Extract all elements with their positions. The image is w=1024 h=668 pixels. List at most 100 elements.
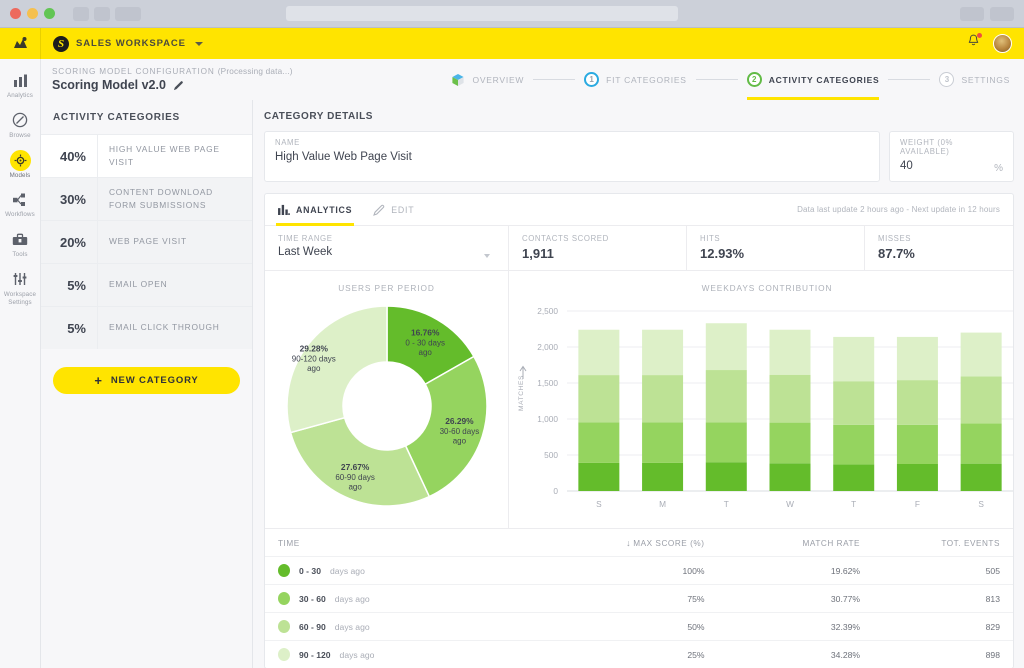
step-label: OVERVIEW [472,74,525,85]
toolbar-button[interactable] [115,6,141,21]
tab-analytics[interactable]: ANALYTICS [276,194,355,226]
charts-row: USERS PER PERIOD 16.76% 0 - 30 days ago 26.… [265,270,1013,528]
sidebar-item-workflows[interactable]: Workflows [0,184,41,224]
step-connector [888,79,931,80]
add-category-label: NEW CATEGORY [110,375,199,386]
table-header-row: TIME ↓ MAX SCORE (%) MATCH RATE TOT. EVEN… [265,529,1013,557]
donut-chart[interactable]: 16.76%0 - 30 daysago26.29%30-60 daysago2… [265,293,509,521]
percent-sign: % [994,163,1003,174]
cell-max-score: 75% [601,584,783,613]
name-field[interactable]: NAME [264,131,880,182]
table-row[interactable]: 60 - 90 days ago 50% 32.39% 829 [265,612,1013,641]
name-input[interactable] [275,151,869,163]
svg-text:1,500: 1,500 [537,378,558,388]
add-category-button[interactable]: + NEW CATEGORY [53,367,240,394]
weight-input[interactable] [900,160,1003,172]
tabs-button[interactable] [990,6,1014,21]
notifications-button[interactable] [967,33,982,53]
step-label: FIT CATEGORIES [606,74,687,85]
sidebar-item-models[interactable]: Models [0,145,41,185]
sliders-icon [0,270,41,289]
sidebar-item-browse[interactable]: Browse [0,105,41,145]
tab-label: ANALYTICS [296,204,353,215]
list-item[interactable]: 5% EMAIL CLICK THROUGH [41,306,252,349]
stat-contacts-scored: CONTACTS SCORED 1,911 [509,226,687,270]
table-row[interactable]: 30 - 60 days ago 75% 30.77% 813 [265,584,1013,613]
pencil-icon[interactable] [173,80,184,91]
step-connector [533,79,576,80]
window-controls[interactable] [10,8,55,19]
svg-text:W: W [786,499,794,509]
cell-tot-events: 829 [930,612,1013,641]
toolbox-icon [0,230,41,249]
minimize-window-icon[interactable] [27,8,38,19]
svg-text:ago: ago [419,348,433,357]
app-logo[interactable] [0,28,41,59]
back-button[interactable] [73,6,89,21]
sidebar-item-analytics[interactable]: Analytics [0,65,41,105]
section-title: CATEGORY DETAILS [264,111,373,122]
svg-text:16.76%: 16.76% [411,327,440,337]
column-header-time[interactable]: TIME [265,529,602,557]
step-number: 1 [584,72,600,87]
weight-field-label: WEIGHT (0% AVAILABLE) [900,138,954,156]
sidebar-item-tools[interactable]: Tools [0,224,41,264]
column-header-label: MAX SCORE (%) [633,539,705,548]
step-connector [695,79,738,80]
tab-edit[interactable]: EDIT [373,194,414,226]
column-header-tot-events[interactable]: TOT. EVENTS [930,529,1013,557]
table-row[interactable]: 90 - 120 days ago 25% 34.28% 898 [265,640,1013,668]
workspace-selector[interactable]: S SALES WORKSPACE [41,35,203,52]
name-field-label: NAME [275,138,300,147]
plus-icon: + [94,373,103,388]
list-item[interactable]: 30% CONTENT DOWNLOAD FORM SUBMISSIONS [41,177,252,220]
time-range-label: TIME RANGE [278,234,333,243]
forward-button[interactable] [94,6,110,21]
processing-status: (Processing data...) [217,67,293,76]
step-settings[interactable]: 3 SETTINGS [939,59,1010,100]
category-weight: 30% [59,191,86,207]
step-overview[interactable]: OVERVIEW [451,59,524,100]
sort-down-arrow-icon: ↓ [626,538,632,548]
sidebar-item-label: Workflows [5,211,35,219]
step-label: SETTINGS [961,74,1010,85]
maximize-window-icon[interactable] [44,8,55,19]
column-header-max-score[interactable]: ↓ MAX SCORE (%) [602,529,783,557]
model-target-icon [0,149,41,171]
sidebar-item-workspace-settings[interactable]: Workspace Settings [0,264,41,312]
list-item[interactable]: 20% WEB PAGE VISIT [41,220,252,263]
svg-text:1,000: 1,000 [537,414,558,424]
stat-label: HITS [700,234,721,243]
workspace-badge-icon: S [53,35,69,52]
step-activity-categories[interactable]: 2 ACTIVITY CATEGORIES [746,59,880,100]
step-fit-categories[interactable]: 1 FIT CATEGORIES [584,59,687,100]
chevron-down-icon [484,254,490,258]
bar-chart[interactable]: 0 500 1,000 1,500 2,000 2,500 MATCHES S M T W T F S [509,293,1024,521]
cell-time: 30 - 60 days ago [265,584,602,613]
svg-text:90-120 days: 90-120 days [292,354,336,363]
breadcrumb-section[interactable]: SCORING MODEL CONFIGURATION [52,67,215,76]
svg-text:T: T [851,499,856,509]
cell-match-rate: 19.62% [782,556,931,585]
period-color-dot [278,648,290,661]
category-weight: 5% [67,277,86,293]
chevron-down-icon [194,41,203,46]
tab-label: EDIT [391,204,415,215]
address-bar[interactable] [286,6,678,21]
column-header-match-rate[interactable]: MATCH RATE [783,529,931,557]
stat-value: 12.93% [700,246,745,261]
svg-text:2,000: 2,000 [537,342,558,352]
svg-text:60-90 days: 60-90 days [335,473,375,482]
avatar[interactable] [993,34,1012,53]
weight-field[interactable]: WEIGHT (0% AVAILABLE) % [889,131,1014,182]
chrome-right-buttons [960,6,1014,21]
share-button[interactable] [960,6,984,21]
table-row[interactable]: 0 - 30 days ago 100% 19.62% 505 [265,556,1013,585]
list-item[interactable]: 40% HIGH VALUE WEB PAGE VISIT [41,134,252,177]
close-window-icon[interactable] [10,8,21,19]
list-item[interactable]: 5% EMAIL OPEN [41,263,252,306]
wizard-stepper: OVERVIEW 1 FIT CATEGORIES 2 ACTIVITY CAT… [451,59,1024,100]
stat-label: CONTACTS SCORED [522,234,609,243]
app-top-bar: S SALES WORKSPACE [0,28,1024,59]
time-range-select[interactable]: TIME RANGE Last Week [265,226,509,270]
